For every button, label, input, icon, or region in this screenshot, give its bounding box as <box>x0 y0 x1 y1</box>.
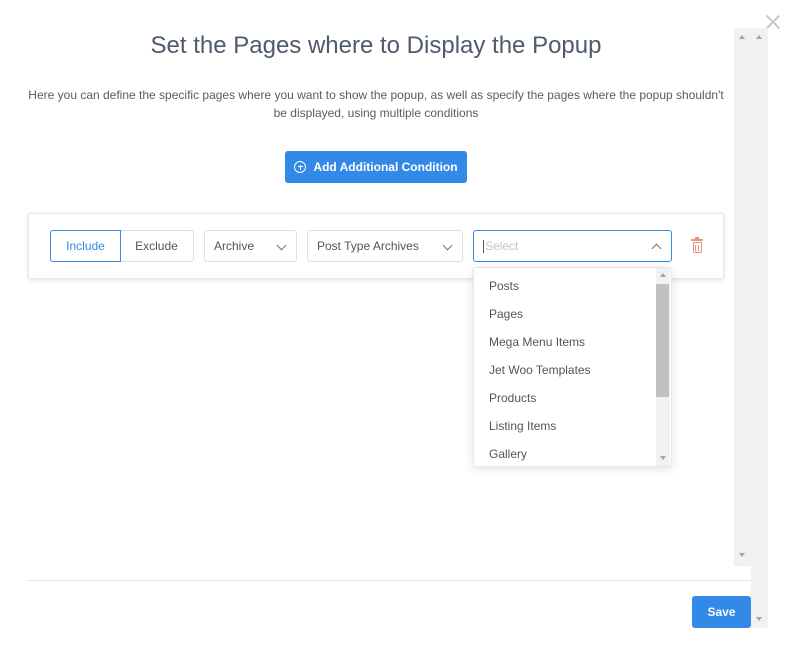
dialog-description: Here you can define the specific pages w… <box>28 88 724 120</box>
scroll-down-arrow-icon[interactable] <box>756 617 762 621</box>
condition-subtype-select[interactable]: Post Type Archives <box>307 230 463 262</box>
text-cursor <box>483 240 484 254</box>
content-scrollbar[interactable] <box>734 28 751 566</box>
condition-target-select[interactable]: Select <box>473 230 672 262</box>
include-label: Include <box>66 239 105 253</box>
scroll-down-arrow-icon[interactable] <box>739 553 745 557</box>
add-condition-button[interactable]: Add Additional Condition <box>285 151 467 183</box>
exclude-toggle[interactable]: Exclude <box>120 230 194 262</box>
scroll-up-arrow-icon[interactable] <box>660 273 666 277</box>
dropdown-scroll-thumb[interactable] <box>656 284 669 397</box>
dropdown-option[interactable]: Posts <box>489 279 519 293</box>
dropdown-option[interactable]: Gallery <box>489 447 527 461</box>
popup-conditions-dialog: Set the Pages where to Display the Popup… <box>0 0 795 657</box>
save-button[interactable]: Save <box>692 596 751 628</box>
dropdown-option[interactable]: Jet Woo Templates <box>489 363 591 377</box>
footer-divider <box>28 580 751 581</box>
dropdown-option[interactable]: Mega Menu Items <box>489 335 585 349</box>
condition-type-select[interactable]: Archive <box>204 230 297 262</box>
scroll-down-arrow-icon[interactable] <box>660 456 666 460</box>
dropdown-option[interactable]: Products <box>489 391 536 405</box>
trash-icon[interactable] <box>691 237 703 254</box>
dropdown-option[interactable]: Pages <box>489 307 523 321</box>
include-toggle[interactable]: Include <box>50 230 121 262</box>
page-scrollbar[interactable] <box>751 28 768 628</box>
add-condition-label: Add Additional Condition <box>313 160 458 174</box>
target-options-dropdown: Posts Pages Mega Menu Items Jet Woo Temp… <box>473 267 672 467</box>
dropdown-option[interactable]: Listing Items <box>489 419 556 433</box>
save-label: Save <box>707 605 736 619</box>
plus-circle-icon <box>294 161 307 173</box>
scroll-up-arrow-icon[interactable] <box>756 35 762 39</box>
exclude-label: Exclude <box>135 239 178 253</box>
condition-target-placeholder: Select <box>485 238 519 253</box>
dialog-title: Set the Pages where to Display the Popup <box>150 32 602 59</box>
condition-subtype-value: Post Type Archives <box>317 239 419 253</box>
